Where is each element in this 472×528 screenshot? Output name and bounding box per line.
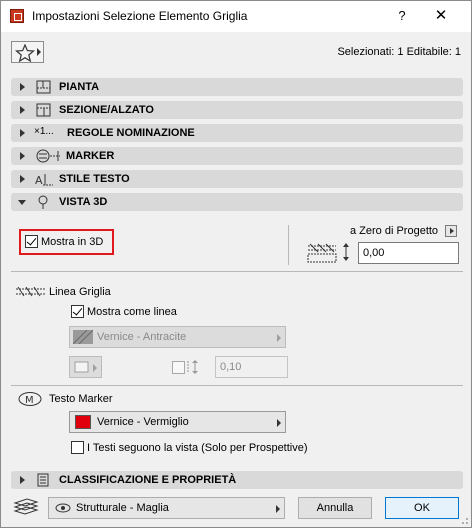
text-marker-heading: Testo Marker	[49, 393, 113, 405]
text-follow-view-checkbox[interactable]	[71, 441, 84, 454]
section-stile-testo[interactable]: A STILE TESTO	[11, 170, 463, 188]
elevation-input[interactable]: 0,00	[358, 242, 459, 264]
svg-text:A: A	[35, 174, 43, 186]
show-as-line-label: Mostra come linea	[87, 306, 177, 318]
archicad-app-icon	[10, 9, 24, 23]
section-sezione-alzato[interactable]: SEZIONE/ALZATO	[11, 101, 463, 119]
section-label: REGOLE NOMINAZIONE	[67, 127, 195, 139]
title-bar: Impostazioni Selezione Elemento Griglia …	[1, 1, 471, 32]
reference-select-button[interactable]	[445, 225, 457, 237]
naming-rules-icon: ×1...	[34, 126, 54, 137]
show-in-3d-checkbox[interactable]	[25, 235, 38, 248]
expand-arrow-icon	[20, 152, 25, 160]
line-style-icon	[74, 361, 89, 373]
text-surface-value: Vernice - Vermiglio	[97, 416, 189, 428]
section-pianta[interactable]: PIANTA	[11, 78, 463, 96]
section-label: STILE TESTO	[59, 173, 130, 185]
section-label: MARKER	[66, 150, 115, 162]
thickness-icon	[187, 360, 198, 374]
cancel-button[interactable]: Annulla	[298, 497, 372, 519]
line-thickness-checkbox[interactable]	[172, 361, 185, 374]
divider	[11, 271, 463, 272]
3d-view-pin-icon	[38, 195, 48, 209]
resize-grip-icon[interactable]	[459, 515, 469, 525]
surface-swatch-icon	[73, 330, 93, 344]
line-style-select[interactable]	[69, 356, 102, 378]
close-button[interactable]: ✕	[431, 6, 451, 26]
layers-icon	[13, 498, 39, 515]
section-classificazione[interactable]: CLASSIFICAZIONE E PROPRIETÀ	[11, 471, 463, 489]
section-elevation-icon	[36, 103, 51, 117]
help-button[interactable]: ?	[392, 6, 412, 26]
expand-arrow-icon	[20, 476, 25, 484]
section-label: SEZIONE/ALZATO	[59, 104, 154, 116]
show-as-line-checkbox[interactable]	[71, 305, 84, 318]
ok-button[interactable]: OK	[385, 497, 459, 519]
grid-line-heading: Linea Griglia	[49, 286, 111, 298]
chevron-right-icon	[37, 48, 41, 56]
text-surface-select[interactable]: Vernice - Vermiglio	[69, 411, 286, 433]
show-in-3d-label: Mostra in 3D	[41, 236, 104, 248]
grid-surface-select[interactable]: Vernice - Antracite	[69, 326, 286, 348]
expand-arrow-icon	[20, 129, 25, 137]
expand-arrow-icon	[20, 106, 25, 114]
chevron-right-icon	[277, 334, 281, 342]
chevron-right-icon	[276, 505, 280, 513]
expand-arrow-icon	[20, 83, 25, 91]
text-style-icon: A	[35, 174, 53, 186]
reference-label: a Zero di Progetto	[350, 225, 439, 237]
marker-icon	[36, 149, 60, 163]
collapse-arrow-icon	[18, 200, 26, 205]
favorites-button[interactable]	[11, 41, 44, 63]
surface-color-swatch	[75, 415, 91, 429]
expand-arrow-icon	[20, 175, 25, 183]
section-label: PIANTA	[59, 81, 100, 93]
floor-plan-icon	[36, 80, 51, 94]
chevron-right-icon	[277, 419, 281, 427]
chevron-right-icon	[93, 364, 97, 372]
eye-icon	[55, 503, 71, 513]
star-icon	[15, 44, 35, 62]
text-marker-icon: M	[18, 392, 42, 406]
section-label: CLASSIFICAZIONE E PROPRIETÀ	[59, 474, 237, 486]
grid-surface-value: Vernice - Antracite	[97, 331, 187, 343]
dialog-window: Impostazioni Selezione Elemento Griglia …	[0, 0, 472, 528]
vertical-divider	[288, 225, 289, 265]
section-vista-3d[interactable]: VISTA 3D	[11, 193, 463, 211]
layer-select[interactable]: Strutturale - Maglia	[48, 497, 285, 519]
svg-text:M: M	[25, 395, 34, 406]
text-follow-view-label: I Testi seguono la vista (Solo per Prosp…	[87, 442, 308, 454]
layer-value: Strutturale - Maglia	[76, 502, 169, 514]
classification-icon	[37, 473, 49, 487]
section-regole-nominazione[interactable]: ×1... REGOLE NOMINAZIONE	[11, 124, 463, 142]
elevation-icon	[307, 243, 349, 263]
line-thickness-input[interactable]: 0,10	[215, 356, 288, 378]
divider	[11, 385, 463, 386]
window-title: Impostazioni Selezione Elemento Griglia	[32, 9, 248, 23]
section-label: VISTA 3D	[59, 196, 108, 208]
selection-info: Selezionati: 1 Editabile: 1	[337, 46, 461, 58]
section-marker[interactable]: MARKER	[11, 147, 463, 165]
grid-line-icon	[16, 286, 46, 297]
